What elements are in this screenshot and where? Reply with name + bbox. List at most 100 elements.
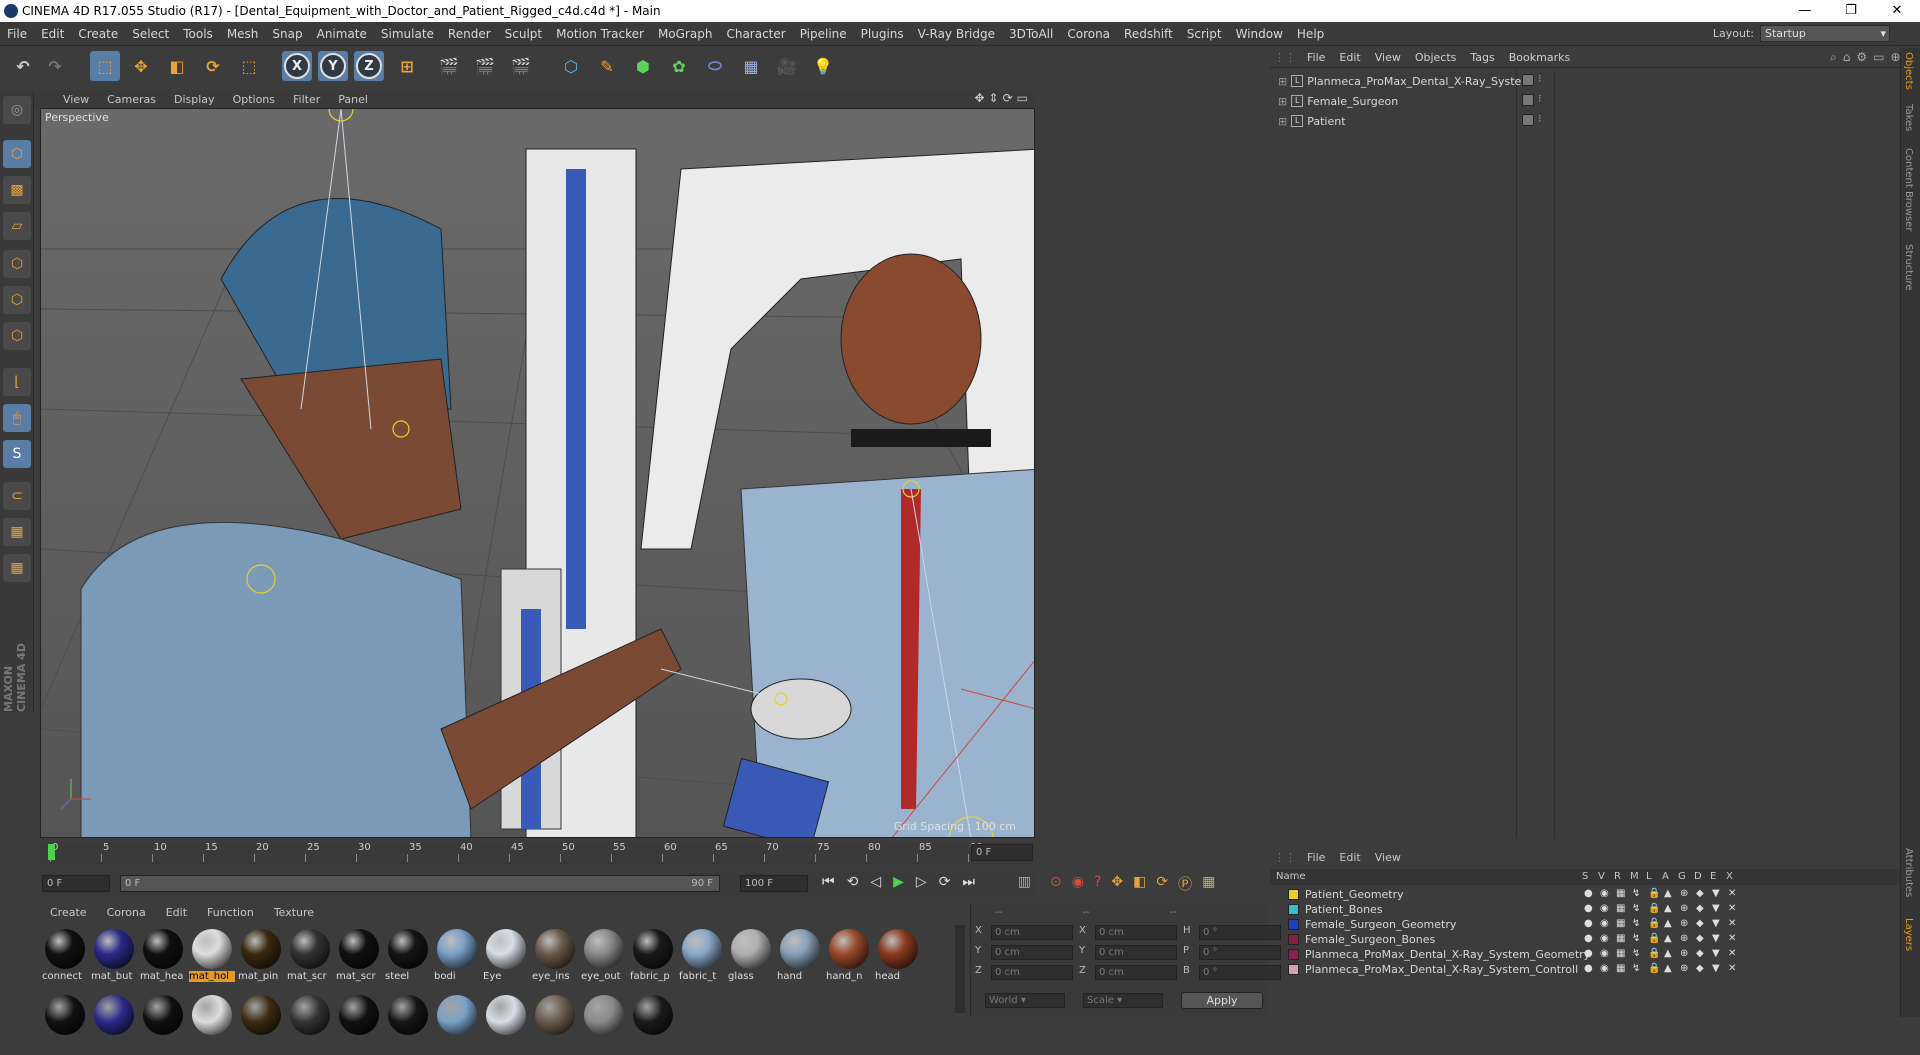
magnet-icon[interactable]: ⊂: [3, 482, 31, 510]
expand-icon[interactable]: ⊞: [1278, 75, 1287, 88]
layer-toggle-icon[interactable]: ↯: [1632, 963, 1642, 974]
layer-toggle-icon[interactable]: ●: [1584, 933, 1594, 944]
object-row[interactable]: ⊞ L Female_Surgeon: [1278, 92, 1398, 110]
rotate-view-icon[interactable]: ⟳: [1003, 91, 1013, 105]
menu-item-redshift[interactable]: Redshift: [1117, 27, 1180, 41]
object-menu-bookmarks[interactable]: Bookmarks: [1502, 51, 1577, 64]
layer-toggle-icon[interactable]: ↯: [1632, 903, 1642, 914]
layer-toggle-icon[interactable]: 🔒: [1648, 903, 1660, 914]
x-axis-button[interactable]: X: [282, 51, 312, 81]
object-name[interactable]: Female_Surgeon: [1307, 95, 1398, 108]
layer-name[interactable]: Female_Surgeon_Bones: [1305, 933, 1435, 946]
layer-menu-file[interactable]: File: [1300, 851, 1332, 864]
scale-icon[interactable]: ◧: [162, 51, 192, 81]
position-field[interactable]: 0 cm: [991, 945, 1073, 960]
side-tab-attributes[interactable]: Attributes: [1903, 848, 1914, 897]
layer-toggle-icon[interactable]: ▼: [1712, 888, 1722, 899]
layer-toggle-icon[interactable]: ●: [1584, 963, 1594, 974]
material-menu-create[interactable]: Create: [40, 906, 97, 919]
viewport-menu-view[interactable]: View: [54, 93, 98, 106]
material-swatch[interactable]: mat_scr: [287, 929, 333, 989]
point-level-icon[interactable]: ▦: [1202, 874, 1215, 894]
go-to-start-icon[interactable]: ⏮: [822, 874, 835, 890]
live-selection-icon[interactable]: ⬚: [90, 51, 120, 81]
material-swatch[interactable]: glass: [728, 929, 774, 989]
material-swatch[interactable]: mat_but: [91, 929, 137, 989]
layer-toggle-icon[interactable]: ↯: [1632, 948, 1642, 959]
layer-menu-view[interactable]: View: [1368, 851, 1408, 864]
tweak-mode-icon[interactable]: 🖱: [3, 404, 31, 432]
camera-icon[interactable]: 🎥: [772, 51, 802, 81]
menu-item-window[interactable]: Window: [1229, 27, 1290, 41]
side-tab-content-browser[interactable]: Content Browser: [1903, 148, 1914, 231]
menu-item-sculpt[interactable]: Sculpt: [498, 27, 549, 41]
layer-toggle-icon[interactable]: ◉: [1600, 963, 1610, 974]
expand-icon[interactable]: ⊞: [1278, 115, 1287, 128]
maximize-button[interactable]: ❐: [1828, 0, 1874, 22]
rotation-field[interactable]: 0 °: [1199, 925, 1281, 940]
workplane-icon[interactable]: ▱: [3, 212, 31, 240]
material-swatch[interactable]: eye_out: [581, 929, 627, 989]
undo-icon[interactable]: ↶: [8, 51, 38, 81]
layer-toggle-icon[interactable]: ◉: [1600, 903, 1610, 914]
layer-toggle-icon[interactable]: ▦: [1616, 918, 1626, 929]
next-keyframe-icon[interactable]: ⟳: [939, 874, 951, 890]
polygons-mode-icon[interactable]: ⬡: [3, 322, 31, 350]
layer-toggle-icon[interactable]: ⊕: [1680, 948, 1690, 959]
material-swatch-row2[interactable]: [385, 995, 431, 1055]
layer-toggle-icon[interactable]: ⊕: [1680, 933, 1690, 944]
menu-item-script[interactable]: Script: [1180, 27, 1229, 41]
layer-tag-icon[interactable]: [1522, 114, 1534, 126]
material-swatch[interactable]: mat_hea: [140, 929, 186, 989]
keyframe-selection-icon[interactable]: ?: [1094, 874, 1101, 894]
material-swatch-row2[interactable]: [140, 995, 186, 1055]
menu-item-v-ray-bridge[interactable]: V-Ray Bridge: [911, 27, 1002, 41]
layer-color-swatch[interactable]: [1288, 904, 1299, 915]
layer-toggle-icon[interactable]: ✕: [1728, 963, 1738, 974]
menu-item-pipeline[interactable]: Pipeline: [793, 27, 854, 41]
layer-color-swatch[interactable]: [1288, 919, 1299, 930]
timeline-window-icon[interactable]: ▥: [1018, 874, 1031, 890]
layer-toggle-icon[interactable]: ◉: [1600, 918, 1610, 929]
material-swatch[interactable]: bodi: [434, 929, 480, 989]
layer-toggle-icon[interactable]: ◉: [1600, 933, 1610, 944]
material-swatch-row2[interactable]: [532, 995, 578, 1055]
rotation-field[interactable]: 0 °: [1199, 945, 1281, 960]
material-menu-function[interactable]: Function: [197, 906, 264, 919]
layer-toggle-icon[interactable]: ▼: [1712, 903, 1722, 914]
menu-item-edit[interactable]: Edit: [34, 27, 71, 41]
expand-icon[interactable]: ⊞: [1278, 95, 1287, 108]
layer-toggle-icon[interactable]: ◉: [1600, 888, 1610, 899]
make-editable-icon[interactable]: ◎: [3, 96, 31, 124]
layer-tag-icon[interactable]: [1522, 94, 1534, 106]
layer-row[interactable]: Female_Surgeon_Geometry: [1288, 917, 1456, 932]
3d-viewport[interactable]: Perspective Grid Spacing : 100 cm: [40, 108, 1035, 838]
subdivision-surface-icon[interactable]: ⬢: [628, 51, 658, 81]
viewport-menu-panel[interactable]: Panel: [329, 93, 377, 106]
material-swatch[interactable]: hand_n: [826, 929, 872, 989]
layer-toggle-icon[interactable]: ◆: [1696, 933, 1706, 944]
layer-row[interactable]: Female_Surgeon_Bones: [1288, 932, 1435, 947]
layer-name[interactable]: Patient_Geometry: [1305, 888, 1404, 901]
material-swatch-row2[interactable]: [630, 995, 676, 1055]
layer-toggle-icon[interactable]: ▲: [1664, 948, 1674, 959]
layer-toggle-icon[interactable]: ⊕: [1680, 888, 1690, 899]
side-tab-layers[interactable]: Layers: [1903, 918, 1914, 951]
material-swatch-row2[interactable]: [189, 995, 235, 1055]
close-button[interactable]: ✕: [1874, 0, 1920, 22]
layer-color-swatch[interactable]: [1288, 934, 1299, 945]
viewport-menu-options[interactable]: Options: [224, 93, 284, 106]
planar-workplane-icon[interactable]: ▦: [3, 554, 31, 582]
material-swatch-row2[interactable]: [581, 995, 627, 1055]
material-swatch[interactable]: eye_ins: [532, 929, 578, 989]
position-field[interactable]: 0 cm: [991, 925, 1073, 940]
layer-color-swatch[interactable]: [1288, 964, 1299, 975]
layer-toggle-icon[interactable]: ▦: [1616, 903, 1626, 914]
points-mode-icon[interactable]: ⬡: [3, 250, 31, 278]
go-to-end-icon[interactable]: ⏭: [962, 874, 975, 890]
material-swatch-row2[interactable]: [42, 995, 88, 1055]
playhead-marker[interactable]: [48, 844, 55, 860]
viewport-menu-filter[interactable]: Filter: [284, 93, 329, 106]
minimize-button[interactable]: —: [1782, 0, 1828, 22]
layer-toggle-icon[interactable]: 🔒: [1648, 888, 1660, 899]
